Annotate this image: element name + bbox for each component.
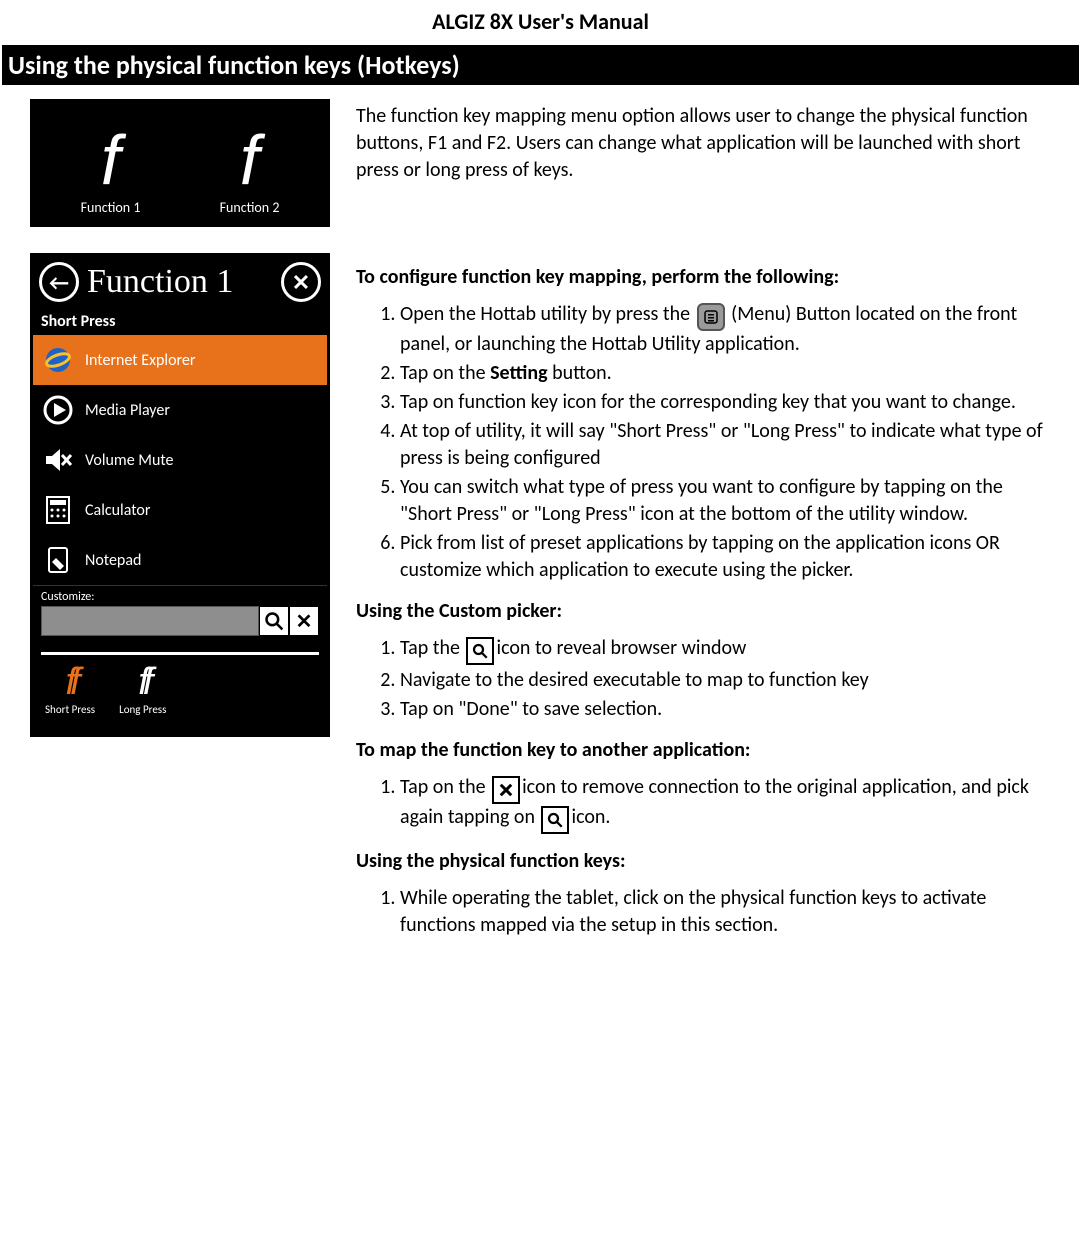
calculator-icon bbox=[41, 493, 75, 527]
menu-icon bbox=[697, 303, 725, 331]
app-row-media-player[interactable]: Media Player bbox=[33, 385, 327, 435]
panel-title: Function 1 bbox=[79, 263, 281, 301]
app-row-calculator[interactable]: Calculator bbox=[33, 485, 327, 535]
intro-paragraph: The function key mapping menu option all… bbox=[356, 103, 1051, 184]
step: Tap on the icon to remove connection to … bbox=[400, 774, 1051, 834]
divider bbox=[41, 652, 319, 655]
f-glyph-icon: f bbox=[44, 125, 177, 195]
search-icon bbox=[466, 637, 494, 665]
physical-keys-heading: Using the physical function keys: bbox=[356, 848, 1051, 875]
configure-steps: Open the Hottab utility by press the (Me… bbox=[356, 301, 1051, 584]
f-glyph-icon: f bbox=[183, 125, 316, 195]
function2-label: Function 2 bbox=[183, 199, 316, 216]
step: Navigate to the desired executable to ma… bbox=[400, 667, 1051, 694]
app-row-internet-explorer[interactable]: Internet Explorer bbox=[33, 335, 327, 385]
browse-button[interactable] bbox=[259, 606, 289, 636]
screenshot-function1-panel: ← Function 1 ✕ Short Press Internet Expl… bbox=[30, 253, 330, 737]
ie-icon bbox=[41, 343, 75, 377]
app-label: Calculator bbox=[85, 501, 150, 520]
app-label: Notepad bbox=[85, 551, 141, 570]
app-label: Volume Mute bbox=[85, 451, 174, 470]
configure-heading: To configure function key mapping, perfo… bbox=[356, 264, 1051, 291]
section-heading: Using the physical function keys (Hotkey… bbox=[2, 45, 1079, 85]
app-row-volume-mute[interactable]: Volume Mute bbox=[33, 435, 327, 485]
search-icon bbox=[541, 806, 569, 834]
custom-picker-heading: Using the Custom picker: bbox=[356, 598, 1051, 625]
app-label: Internet Explorer bbox=[85, 351, 195, 370]
function2-icon: f Function 2 bbox=[183, 125, 316, 216]
map-heading: To map the function key to another appli… bbox=[356, 737, 1051, 764]
doc-title: ALGIZ 8X User's Manual bbox=[0, 0, 1081, 45]
function1-icon: f Function 1 bbox=[44, 125, 177, 216]
step: Tap on "Done" to save selection. bbox=[400, 696, 1051, 723]
map-steps: Tap on the icon to remove connection to … bbox=[356, 774, 1051, 834]
function1-label: Function 1 bbox=[44, 199, 177, 216]
back-icon[interactable]: ← bbox=[39, 262, 79, 302]
step: Tap on the Setting button. bbox=[400, 360, 1051, 387]
notepad-icon bbox=[41, 543, 75, 577]
play-icon bbox=[41, 393, 75, 427]
long-press-toggle[interactable]: ff Long Press bbox=[119, 663, 166, 716]
press-mode-label: Short Press bbox=[33, 312, 327, 335]
app-label: Media Player bbox=[85, 401, 170, 420]
close-icon[interactable]: ✕ bbox=[281, 262, 321, 302]
customize-input[interactable] bbox=[41, 606, 259, 636]
long-press-label: Long Press bbox=[119, 703, 166, 716]
step: While operating the tablet, click on the… bbox=[400, 885, 1051, 939]
physical-steps: While operating the tablet, click on the… bbox=[356, 885, 1051, 939]
custom-steps: Tap the icon to reveal browser window Na… bbox=[356, 635, 1051, 723]
short-press-label: Short Press bbox=[45, 703, 95, 716]
ff-icon: ff bbox=[65, 661, 74, 703]
screenshot-function-icons: f Function 1 f Function 2 bbox=[30, 99, 330, 227]
step: Tap the icon to reveal browser window bbox=[400, 635, 1051, 665]
step: At top of utility, it will say "Short Pr… bbox=[400, 418, 1051, 472]
step: Open the Hottab utility by press the (Me… bbox=[400, 301, 1051, 358]
step: Tap on function key icon for the corresp… bbox=[400, 389, 1051, 416]
clear-button[interactable]: ✕ bbox=[289, 606, 319, 636]
short-press-toggle[interactable]: ff Short Press bbox=[45, 663, 95, 716]
customize-label: Customize: bbox=[33, 585, 327, 606]
step: You can switch what type of press you wa… bbox=[400, 474, 1051, 528]
app-row-notepad[interactable]: Notepad bbox=[33, 535, 327, 585]
ff-icon: ff bbox=[138, 661, 147, 703]
step: Pick from list of preset applications by… bbox=[400, 530, 1051, 584]
mute-icon bbox=[41, 443, 75, 477]
x-icon bbox=[492, 776, 520, 804]
